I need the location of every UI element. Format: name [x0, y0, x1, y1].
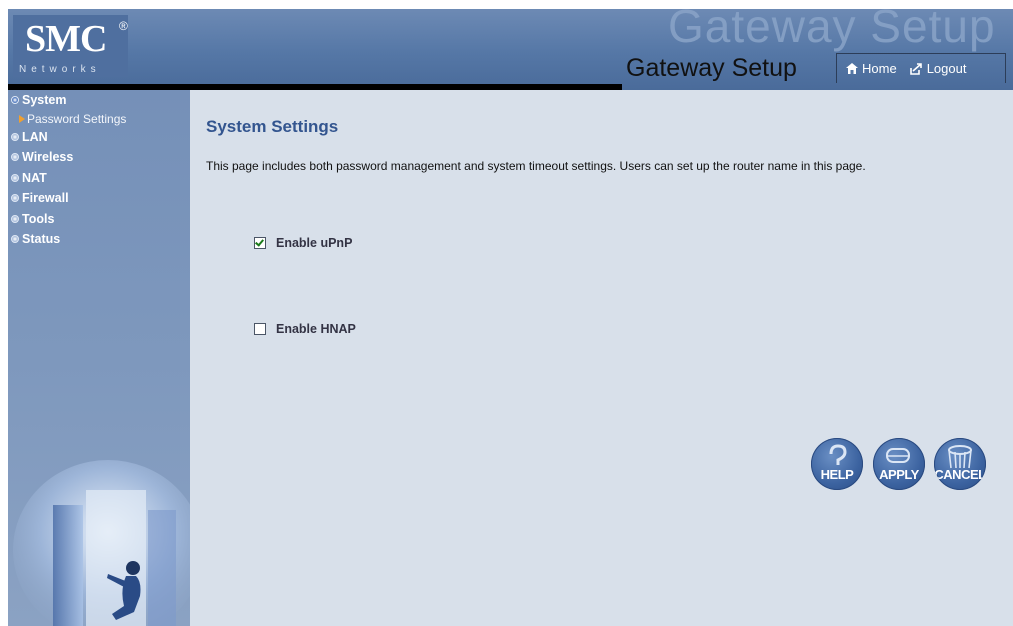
- help-button[interactable]: HELP: [811, 438, 863, 490]
- sidebar-item-wireless[interactable]: Wireless: [8, 147, 190, 168]
- sidebar-item-label: System: [22, 93, 67, 108]
- home-icon: [845, 62, 859, 75]
- cancel-icon: [948, 445, 972, 469]
- sidebar-item-status[interactable]: Status: [8, 229, 190, 250]
- main-content: System Settings This page includes both …: [190, 90, 1013, 626]
- sidebar-item-system[interactable]: System: [8, 90, 190, 111]
- bullet-icon: [11, 194, 19, 203]
- sidebar-illustration: [13, 460, 190, 626]
- cancel-label: CANCEL: [934, 467, 986, 482]
- arrow-icon: [19, 114, 25, 123]
- help-label: HELP: [820, 467, 854, 482]
- bullet-icon: [11, 96, 19, 105]
- header-nav: Home Logout: [836, 53, 1006, 83]
- cancel-button[interactable]: CANCEL: [934, 438, 986, 490]
- logout-icon: [909, 62, 924, 75]
- page-description: This page includes both password managem…: [206, 159, 866, 173]
- browser-frame: SMC ® Networks Gateway Setup Gateway Set…: [8, 9, 1013, 626]
- header-watermark: Gateway Setup: [668, 9, 996, 52]
- brand-subtitle: Networks: [19, 64, 101, 75]
- bullet-icon: [11, 173, 19, 182]
- sidebar: System Password Settings LAN Wireless NA…: [8, 90, 190, 626]
- sidebar-item-label: Wireless: [22, 150, 74, 165]
- page-header-title: Gateway Setup: [626, 54, 797, 82]
- hnap-checkbox[interactable]: [254, 323, 266, 335]
- sidebar-item-label: Firewall: [22, 191, 69, 206]
- sidebar-item-nat[interactable]: NAT: [8, 168, 190, 189]
- logout-link[interactable]: Logout: [909, 61, 967, 76]
- sidebar-item-label: Status: [22, 232, 61, 247]
- page-title: System Settings: [206, 117, 339, 136]
- sidebar-item-label: NAT: [22, 170, 47, 185]
- bullet-icon: [11, 132, 19, 141]
- option-enable-hnap: Enable HNAP: [254, 322, 356, 336]
- apply-label: APPLY: [879, 467, 919, 482]
- bullet-icon: [11, 153, 19, 162]
- bullet-icon: [11, 214, 19, 223]
- sidebar-subitem-label: Password Settings: [27, 111, 127, 126]
- apply-icon: [886, 448, 910, 463]
- home-label: Home: [862, 61, 897, 76]
- sidebar-item-firewall[interactable]: Firewall: [8, 188, 190, 209]
- sidebar-item-lan[interactable]: LAN: [8, 127, 190, 148]
- home-link[interactable]: Home: [845, 61, 897, 76]
- brand-name: SMC: [25, 18, 107, 60]
- upnp-checkbox[interactable]: [254, 237, 266, 249]
- brand-registered-mark: ®: [119, 19, 128, 33]
- apply-button[interactable]: APPLY: [873, 438, 925, 490]
- sidebar-item-label: LAN: [22, 129, 48, 144]
- sidebar-subitem-password-settings[interactable]: Password Settings: [8, 111, 190, 127]
- logout-label: Logout: [926, 61, 967, 76]
- hnap-label: Enable HNAP: [276, 322, 356, 336]
- sidebar-item-tools[interactable]: Tools: [8, 209, 190, 230]
- help-icon: [829, 444, 847, 465]
- brand-logo: SMC ® Networks: [13, 15, 128, 77]
- header: SMC ® Networks Gateway Setup Gateway Set…: [8, 9, 1013, 90]
- option-enable-upnp: Enable uPnP: [254, 236, 352, 250]
- sidebar-item-label: Tools: [22, 211, 55, 226]
- bullet-icon: [11, 235, 19, 244]
- upnp-label: Enable uPnP: [276, 236, 353, 250]
